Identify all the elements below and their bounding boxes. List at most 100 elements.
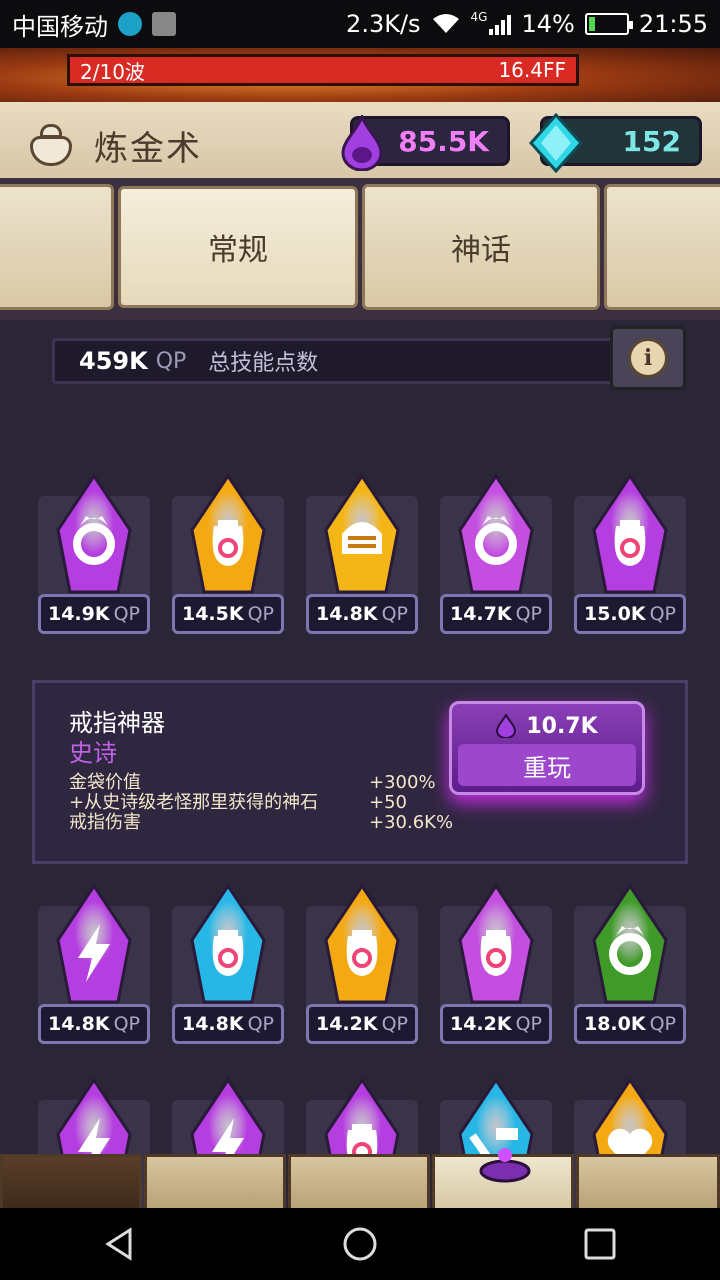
purple-essence-counter[interactable]: 85.5K bbox=[341, 115, 510, 171]
stat-value: +30.6K% bbox=[369, 812, 454, 833]
qp-value: 15.0K bbox=[583, 603, 646, 625]
artifact-qp-label: 14.2K QP bbox=[440, 1004, 552, 1044]
gem-crystal bbox=[324, 883, 400, 1004]
tab-mythic[interactable]: 神话 bbox=[362, 184, 600, 310]
page-title: 炼金术 bbox=[94, 128, 202, 169]
total-qp-value: 459K bbox=[79, 347, 148, 375]
wifi-icon bbox=[432, 14, 459, 33]
clock-app-icon bbox=[118, 12, 142, 36]
qp-unit: QP bbox=[649, 1013, 677, 1035]
stat-row: 金袋价值 +300% bbox=[69, 773, 489, 793]
artifact-slot[interactable]: 15.0K QP bbox=[574, 468, 686, 634]
wave-progress-bar: 2/10波 16.4FF bbox=[67, 54, 579, 86]
gem-crystal bbox=[56, 883, 132, 1004]
wave-label: 2/10波 bbox=[80, 59, 145, 84]
qp-unit: QP bbox=[515, 603, 543, 625]
qp-value: 14.2K bbox=[315, 1013, 378, 1035]
money-bag-icon bbox=[614, 520, 646, 566]
purple-drop-icon bbox=[341, 115, 383, 171]
artifact-qp-label: 14.7K QP bbox=[440, 594, 552, 634]
stat-row: +从史诗级老怪那里获得的神石 +50 bbox=[69, 793, 489, 813]
artifact-qp-label: 18.0K QP bbox=[574, 1004, 686, 1044]
android-navigation bbox=[0, 1208, 720, 1280]
gallery-notification-icon bbox=[152, 12, 176, 36]
artifact-slot[interactable]: 14.8K QP bbox=[38, 878, 150, 1044]
money-bag-icon bbox=[212, 930, 244, 976]
qp-unit: QP bbox=[649, 603, 677, 625]
home-button[interactable] bbox=[330, 1214, 390, 1274]
money-bag-icon bbox=[346, 930, 378, 976]
info-icon: i bbox=[628, 338, 668, 378]
reroll-button[interactable]: 10.7K 重玩 bbox=[449, 701, 645, 795]
money-bag-icon bbox=[212, 520, 244, 566]
qp-unit: QP bbox=[247, 603, 275, 625]
stat-label: +从史诗级老怪那里获得的神石 bbox=[69, 792, 319, 813]
qp-value: 14.9K bbox=[47, 603, 110, 625]
artifact-panel: 459K QP 总技能点数 i 14.9K QP 14.5K QP 14.8K QP 14.… bbox=[0, 320, 720, 1208]
purple-drop-icon bbox=[496, 714, 517, 738]
tab-left-partial[interactable] bbox=[0, 184, 114, 310]
qp-unit: QP bbox=[113, 603, 141, 625]
reroll-cost: 10.7K bbox=[526, 713, 598, 739]
info-button[interactable]: i bbox=[610, 326, 686, 390]
artifact-slot[interactable]: 14.2K QP bbox=[440, 878, 552, 1044]
qp-value: 14.5K bbox=[181, 603, 244, 625]
cauldron-icon bbox=[24, 118, 78, 172]
gem-crystal bbox=[592, 883, 668, 1004]
wave-timer: 16.4FF bbox=[498, 58, 566, 82]
artifact-qp-label: 15.0K QP bbox=[574, 594, 686, 634]
recents-button[interactable] bbox=[570, 1214, 630, 1274]
artifact-slot[interactable]: 14.7K QP bbox=[440, 468, 552, 634]
nav-camp[interactable] bbox=[0, 1154, 142, 1208]
nav-map[interactable] bbox=[144, 1154, 286, 1208]
gem-counter[interactable]: 152 bbox=[528, 113, 702, 173]
network-speed: 2.3K/s bbox=[346, 10, 421, 38]
reroll-label: 重玩 bbox=[458, 744, 636, 786]
artifact-qp-label: 14.5K QP bbox=[172, 594, 284, 634]
battery-percent: 14% bbox=[521, 10, 575, 38]
artifact-qp-label: 14.9K QP bbox=[38, 594, 150, 634]
nav-shop[interactable] bbox=[576, 1154, 720, 1208]
stat-value: +300% bbox=[369, 772, 436, 793]
gem-crystal bbox=[458, 883, 534, 1004]
nav-alchemy[interactable] bbox=[432, 1148, 574, 1208]
tab-regular[interactable]: 常规 bbox=[118, 186, 358, 308]
clock-time: 21:55 bbox=[638, 10, 708, 38]
artifact-stats: 金袋价值 +300% +从史诗级老怪那里获得的神石 +50 戒指伤害 +30.6… bbox=[69, 773, 489, 833]
signal-icon bbox=[489, 13, 512, 35]
artifact-slot[interactable]: 14.8K QP bbox=[172, 878, 284, 1044]
qp-value: 14.7K bbox=[449, 603, 512, 625]
qp-unit: QP bbox=[381, 603, 409, 625]
purple-essence-value: 85.5K bbox=[398, 124, 489, 158]
qp-value: 14.8K bbox=[315, 603, 378, 625]
qp-value: 14.2K bbox=[449, 1013, 512, 1035]
qp-unit: QP bbox=[515, 1013, 543, 1035]
artifact-slot[interactable]: 14.2K QP bbox=[306, 878, 418, 1044]
artifact-rarity: 史诗 bbox=[69, 739, 117, 767]
back-icon bbox=[105, 1227, 132, 1261]
carrier-name: 中国移动 bbox=[12, 12, 108, 41]
tab-right-partial[interactable] bbox=[604, 184, 720, 310]
artifact-slot[interactable]: 14.5K QP bbox=[172, 468, 284, 634]
artifact-slot[interactable]: 14.9K QP bbox=[38, 468, 150, 634]
game-screen: 2/10波 16.4FF 炼金术 85.5K 152 常规 神话 459K QP… bbox=[0, 48, 720, 1208]
qp-unit: QP bbox=[113, 1013, 141, 1035]
status-bar: 中国移动 2.3K/s 4G 14% 21:55 bbox=[0, 0, 720, 48]
back-button[interactable] bbox=[90, 1214, 150, 1274]
artifact-detail: 戒指神器 史诗 金袋价值 +300% +从史诗级老怪那里获得的神石 +50 戒指… bbox=[32, 680, 688, 864]
gem-crystal bbox=[190, 883, 266, 1004]
artifact-slot[interactable]: 14.8K QP bbox=[306, 468, 418, 634]
battery-icon bbox=[584, 13, 633, 35]
gem-crystal bbox=[190, 473, 266, 594]
stat-label: 金袋价值 bbox=[69, 772, 141, 793]
diamond-icon bbox=[528, 113, 584, 173]
nav-hero[interactable] bbox=[288, 1154, 430, 1208]
total-qp-bar: 459K QP 总技能点数 bbox=[52, 338, 620, 384]
tab-bar: 常规 神话 bbox=[0, 178, 720, 320]
qp-value: 14.8K bbox=[181, 1013, 244, 1035]
artifact-slot[interactable]: 18.0K QP bbox=[574, 878, 686, 1044]
qp-value: 18.0K bbox=[583, 1013, 646, 1035]
artifact-qp-label: 14.2K QP bbox=[306, 1004, 418, 1044]
artifact-qp-label: 14.8K QP bbox=[172, 1004, 284, 1044]
total-qp-unit: QP bbox=[155, 348, 187, 374]
